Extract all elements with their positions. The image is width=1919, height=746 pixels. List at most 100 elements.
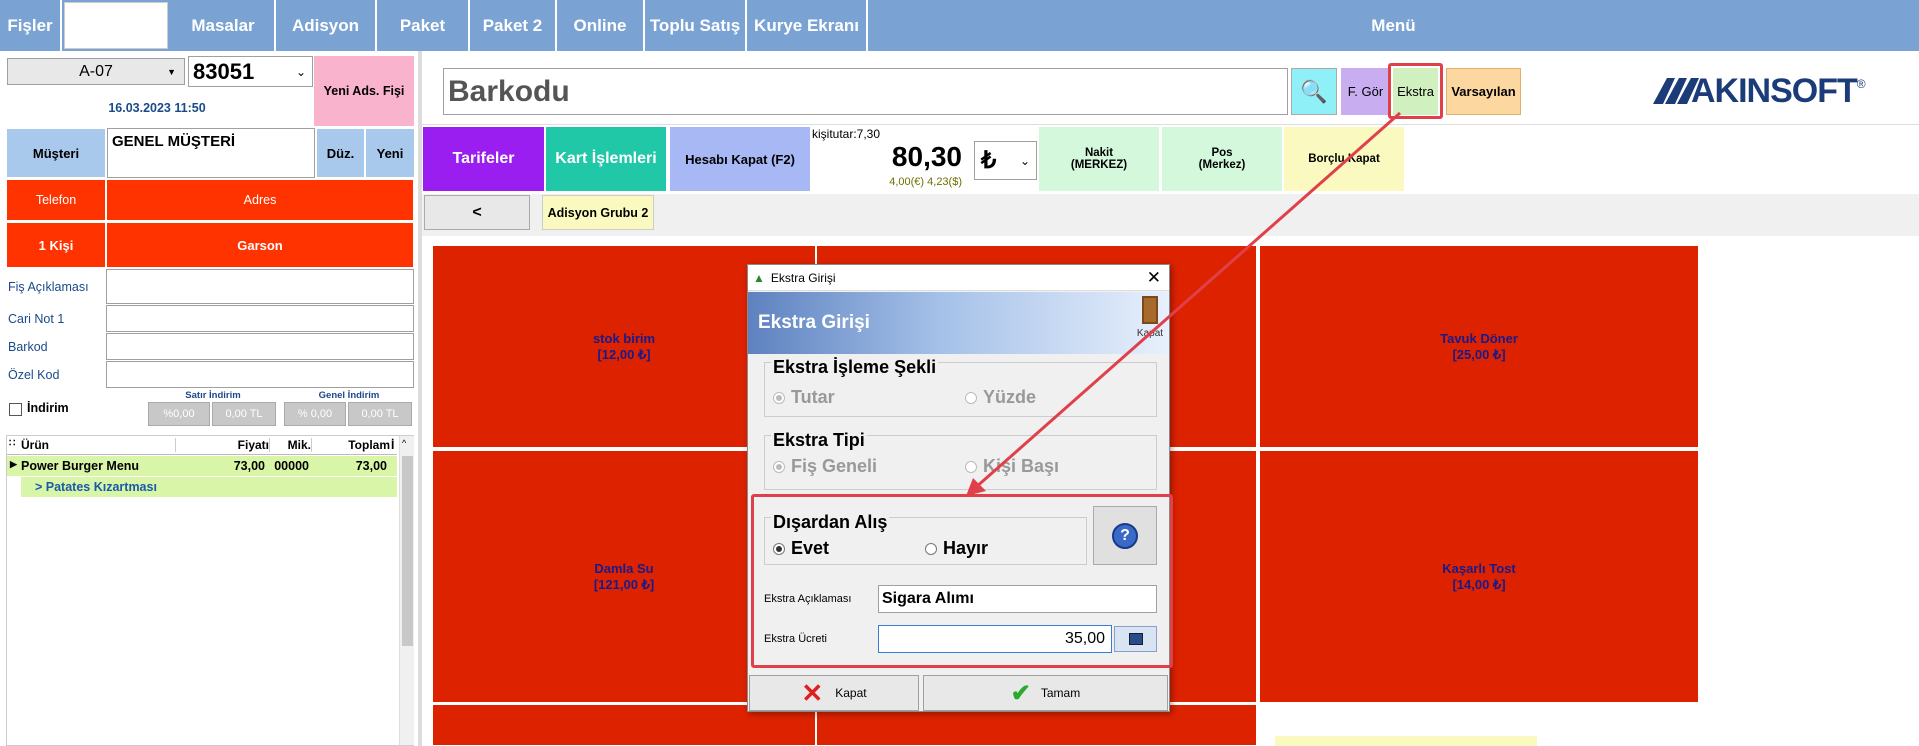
kapat-button-label: Kapat [835,686,867,700]
top-nav: Fişler Masalar Adisyon Paket Paket 2 Onl… [0,0,1919,51]
nakit-button[interactable]: Nakit (MERKEZ) [1039,127,1159,191]
grid-col-urun[interactable]: Ürün [21,438,49,452]
fis-aciklamasi-field[interactable] [106,269,414,304]
satir-pct-field[interactable]: %0,00 [148,402,210,426]
logo-registered: ® [1856,77,1866,91]
satir-tl-field[interactable]: 0,00 TL [212,402,276,426]
borclu-kapat-button[interactable]: Borçlu Kapat [1284,127,1404,191]
scroll-up-icon[interactable]: ^ [402,438,406,448]
grid-col-i[interactable]: İ [391,438,394,452]
genel-pct-field[interactable]: % 0,00 [284,402,346,426]
table-row[interactable]: ▶ Power Burger Menu 73,00 00000 73,00 [7,456,397,476]
row-fiyat: 73,00 [233,459,265,473]
kapat-button[interactable]: ✕ Kapat [749,675,919,711]
genel-indirim-label: Genel İndirim [318,390,380,401]
nav-fisler[interactable]: Fişler [0,0,62,51]
pos-button[interactable]: Pos (Merkez) [1162,127,1282,191]
door-icon [1142,296,1158,324]
grid-col-fiyat[interactable]: Fiyatı [175,438,269,452]
garson-button[interactable]: Garson [106,222,414,268]
table-select[interactable]: A-07 ▼ [7,58,185,85]
check-icon: ✔ [1010,679,1031,707]
yuzde-label: Yüzde [983,387,1037,407]
row-pointer-icon: ▶ [10,459,17,469]
radio-icon [773,461,785,474]
hesabi-kapat-button[interactable]: Hesabı Kapat (F2) [670,127,810,191]
nav-masalar[interactable]: Masalar [172,0,276,51]
row-mik: 00000 [274,459,309,473]
radio-icon [965,461,977,474]
currency-select[interactable]: ₺ ⌄ [974,141,1037,180]
yeni-ads-fisi-button[interactable]: Yeni Ads. Fişi [314,56,414,126]
order-grid: ∷ Ürün Fiyatı Mik. Toplam İ ▶ Power Burg… [6,435,414,746]
fis-aciklamasi-label: Fiş Açıklaması [8,280,89,294]
nav-kurye[interactable]: Kurye Ekranı [747,0,868,51]
fis-no-select[interactable]: 83051 ⌄ [188,56,313,87]
nav-menu[interactable]: Menü [868,0,1919,51]
kisi-basi-label: Kişi Başı [983,456,1060,476]
kisi-basi-radio[interactable]: Kişi Başı [965,456,1059,477]
barkod-input[interactable]: Barkodu [443,68,1288,115]
duz-button[interactable]: Düz. [317,129,364,177]
tile-name: Tavuk Döner [1440,330,1518,346]
kapat-door-label: Kapat [1136,328,1164,339]
tile-name: stok birim [592,330,656,346]
yeni-button[interactable]: Yeni [366,129,414,177]
nav-adisyon[interactable]: Adisyon [276,0,377,51]
ozel-kod-field[interactable] [106,361,414,388]
cari-not-field[interactable] [106,305,414,332]
table-row[interactable]: > Patates Kızartması [21,477,397,497]
tamam-button-label: Tamam [1040,686,1081,700]
search-icon[interactable]: 🔍 [1291,68,1337,115]
disardan-highlight [751,494,1173,668]
barkod-field[interactable] [106,333,414,360]
radio-icon [965,392,977,405]
tamam-button[interactable]: ✔ Tamam [923,675,1168,711]
grid-col-toplam[interactable]: Toplam [311,438,390,452]
musteri-button[interactable]: Müşteri [7,129,105,177]
adisyon-grubu-tab[interactable]: Adisyon Grubu 2 [542,195,654,230]
grid-handle-icon: ∷ [9,438,16,449]
nav-paket2[interactable]: Paket 2 [470,0,557,51]
row-urun: > Patates Kızartması [35,480,157,494]
adres-button[interactable]: Adres [106,179,414,221]
dropdown-arrow-icon: ▼ [167,66,176,77]
tile-price: [14,00 ₺] [1452,576,1506,592]
barkod-label: Barkod [8,340,48,354]
chevron-down-icon: ⌄ [295,64,306,79]
nav-toplu-satis[interactable]: Toplu Satış [645,0,747,51]
cari-not-label: Cari Not 1 [8,312,65,326]
ekstra-tipi-title: Ekstra Tipi [771,430,867,451]
fis-geneli-radio[interactable]: Fiş Geneli [773,456,877,477]
tile-name: Kaşarlı Tost [1442,560,1516,576]
musteri-field[interactable]: GENEL MÜŞTERİ [107,128,315,178]
product-tile[interactable]: Kaşarlı Tost [14,00 ₺] [1259,450,1699,703]
telefon-button[interactable]: Telefon [6,179,106,221]
nav-paket[interactable]: Paket [377,0,470,51]
nav-online[interactable]: Online [557,0,645,51]
nav-blank-field[interactable] [64,2,168,49]
scroll-thumb[interactable] [402,456,413,646]
back-button[interactable]: < [424,195,530,230]
tutar-radio[interactable]: Tutar [773,387,835,408]
grid-scrollbar[interactable]: ^ [399,436,414,745]
close-icon[interactable]: ✕ [1147,268,1161,288]
genel-tl-field[interactable]: 0,00 TL [348,402,412,426]
kisi-button[interactable]: 1 Kişi [6,222,106,268]
dialog-titlebar: ▲ Ekstra Girişi ✕ [748,265,1169,291]
product-tile[interactable] [1275,736,1537,746]
isleme-sekli-group: Ekstra İşleme Şekli Tutar Yüzde [764,357,1157,417]
kart-islemleri-button[interactable]: Kart İşlemleri [546,127,666,191]
tarifeler-button[interactable]: Tarifeler [423,127,544,191]
indirim-checkbox[interactable] [9,403,22,416]
row-urun: Power Burger Menu [21,459,140,473]
kisi-tutar-label: kişitutar:7,30 [812,127,881,141]
grid-col-mik[interactable]: Mik. [269,438,311,452]
dialog-header: Ekstra Girişi Kapat [748,292,1169,354]
product-tile[interactable]: Tavuk Döner [25,00 ₺] [1259,245,1699,448]
kapat-door-button[interactable]: Kapat [1134,296,1166,348]
app-icon: ▲ [753,270,765,285]
f-gor-button[interactable]: F. Gör [1341,68,1390,115]
varsayilan-button[interactable]: Varsayılan [1446,68,1521,115]
yuzde-radio[interactable]: Yüzde [965,387,1036,408]
